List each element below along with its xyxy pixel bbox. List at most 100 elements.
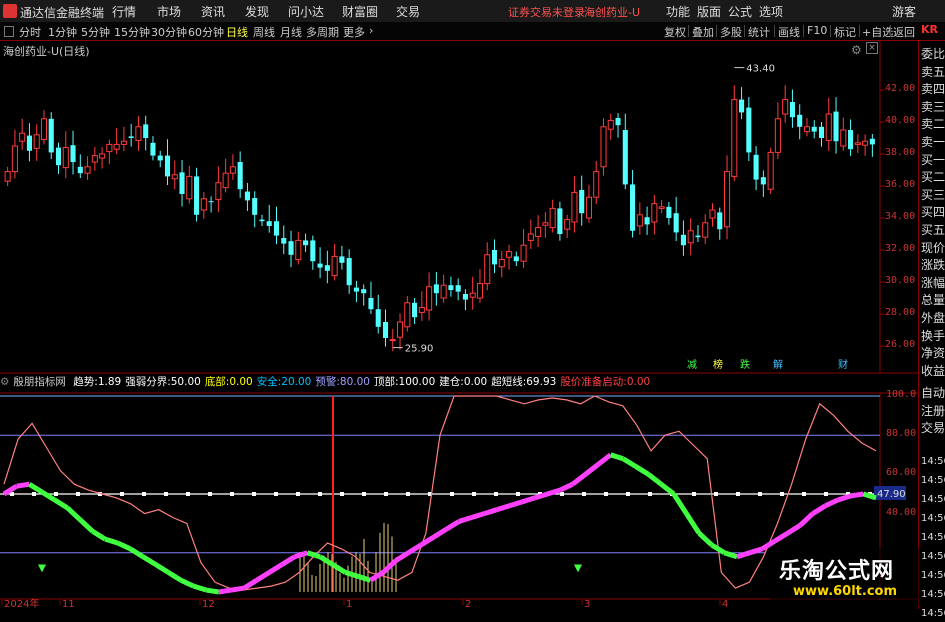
series-segment-1 bbox=[255, 570, 271, 583]
candle-body bbox=[579, 190, 585, 214]
candle-body bbox=[448, 285, 454, 290]
candle-body bbox=[440, 284, 447, 299]
candle-body bbox=[200, 198, 207, 211]
series-segment-1 bbox=[671, 492, 689, 515]
kline-y-label: 42.00 bbox=[885, 83, 916, 94]
series-segment-1 bbox=[811, 503, 827, 516]
candle-body bbox=[774, 118, 781, 153]
series-segment-1 bbox=[496, 503, 511, 513]
series-segment-1 bbox=[205, 587, 220, 595]
watermark-url: www.60lt.com bbox=[793, 584, 898, 599]
candle-body bbox=[91, 155, 98, 163]
candle-body bbox=[862, 140, 869, 146]
candle-body bbox=[84, 166, 91, 174]
indicator-field-value: 0.00 bbox=[229, 376, 253, 388]
series-segment-1 bbox=[748, 546, 764, 556]
candle-body bbox=[426, 286, 433, 311]
candle-body bbox=[26, 135, 32, 151]
series-segment-1 bbox=[824, 497, 840, 509]
series-segment-1 bbox=[786, 523, 802, 536]
candle-body bbox=[157, 155, 163, 161]
panel-lower-1[interactable]: 注册 bbox=[921, 403, 945, 419]
indicator-field-label: 建仓: bbox=[439, 376, 464, 388]
x-tick-label: 1 bbox=[346, 599, 352, 609]
candle-body bbox=[77, 166, 83, 174]
candle-body bbox=[739, 99, 745, 113]
candle-body bbox=[593, 171, 600, 198]
series-segment-1 bbox=[104, 536, 119, 546]
strength-dot bbox=[560, 492, 564, 496]
panel-lower-0[interactable]: 自动 bbox=[921, 385, 945, 401]
strength-dot bbox=[362, 492, 366, 496]
strength-dot bbox=[384, 492, 388, 496]
series-segment-1 bbox=[445, 519, 461, 532]
strength-dot bbox=[274, 492, 278, 496]
series-segment-1 bbox=[559, 481, 574, 493]
indicator-settings-icon[interactable]: ⚙ bbox=[0, 376, 9, 388]
candle-body bbox=[717, 212, 723, 230]
candle-body bbox=[143, 124, 149, 138]
candle-body bbox=[702, 222, 709, 238]
strength-dot bbox=[494, 492, 498, 496]
series-segment-1 bbox=[723, 550, 738, 560]
candle-body bbox=[229, 166, 236, 174]
strength-dot bbox=[406, 492, 410, 496]
panel-time-4: 14:56 bbox=[921, 532, 945, 543]
series-segment-1 bbox=[116, 540, 132, 552]
series-segment-1 bbox=[697, 531, 714, 547]
panel-time-1: 14:56 bbox=[921, 475, 945, 486]
candle-body bbox=[723, 171, 731, 228]
strength-dot bbox=[758, 492, 762, 496]
series-segment-1 bbox=[280, 554, 296, 567]
series-segment-1 bbox=[129, 546, 145, 559]
kline-y-label: 32.00 bbox=[885, 243, 916, 254]
panel-field-6: 买一 bbox=[921, 152, 945, 167]
candle-body bbox=[331, 255, 338, 277]
strength-dot bbox=[516, 492, 520, 496]
candle-body bbox=[70, 145, 76, 162]
panel-time-0: 14:56 bbox=[921, 456, 945, 467]
panel-code: KR bbox=[921, 23, 938, 36]
candle-body bbox=[636, 214, 643, 227]
series-segment-1 bbox=[53, 497, 69, 510]
strength-dot bbox=[54, 492, 58, 496]
strength-dot bbox=[252, 492, 256, 496]
candle-body bbox=[709, 209, 716, 219]
series-segment-1 bbox=[710, 542, 726, 555]
candle-body bbox=[825, 113, 832, 141]
series-segment-1 bbox=[646, 472, 663, 487]
panel-field-11: 现价 bbox=[921, 240, 945, 255]
indicator-field-value: 0.00 bbox=[626, 376, 651, 388]
candle-body bbox=[259, 219, 265, 222]
candle-body bbox=[375, 309, 381, 327]
indicator-field-label: 顶部: bbox=[373, 376, 399, 388]
strength-dot bbox=[120, 492, 124, 496]
strength-dot bbox=[164, 492, 168, 496]
candle-body bbox=[797, 114, 803, 127]
kline-y-label: 30.00 bbox=[885, 275, 916, 286]
indicator-field-label: 超短线: bbox=[491, 376, 527, 388]
candle-body bbox=[433, 284, 439, 294]
candle-body bbox=[99, 153, 106, 159]
indicator-field-label: 底部: bbox=[204, 376, 230, 388]
strength-dot bbox=[582, 492, 586, 496]
candle-body bbox=[11, 145, 18, 173]
x-tick-label: 12 bbox=[202, 599, 215, 609]
series-segment-1 bbox=[394, 550, 410, 563]
event-marker: 财 bbox=[838, 358, 848, 371]
series-segment-1 bbox=[192, 583, 207, 593]
candle-body bbox=[535, 227, 542, 237]
candle-body bbox=[128, 136, 134, 138]
strength-dot bbox=[318, 492, 322, 496]
candle-body bbox=[818, 126, 825, 138]
panel-lower-2[interactable]: 交易 bbox=[921, 420, 945, 436]
panel-time-5: 14:56 bbox=[921, 551, 945, 562]
series-segment-1 bbox=[231, 585, 245, 593]
candle-body bbox=[19, 132, 26, 142]
candle-body bbox=[150, 142, 156, 156]
candle-body bbox=[135, 126, 142, 141]
chart-canvas[interactable]: 43.4025.90减榜跌解财 47.90 2024年 11 12 1 2 3 4 bbox=[0, 0, 945, 609]
series-segment-1 bbox=[306, 550, 321, 560]
candle-body bbox=[244, 191, 250, 201]
indicator-y-label: 40.00 bbox=[886, 506, 917, 518]
